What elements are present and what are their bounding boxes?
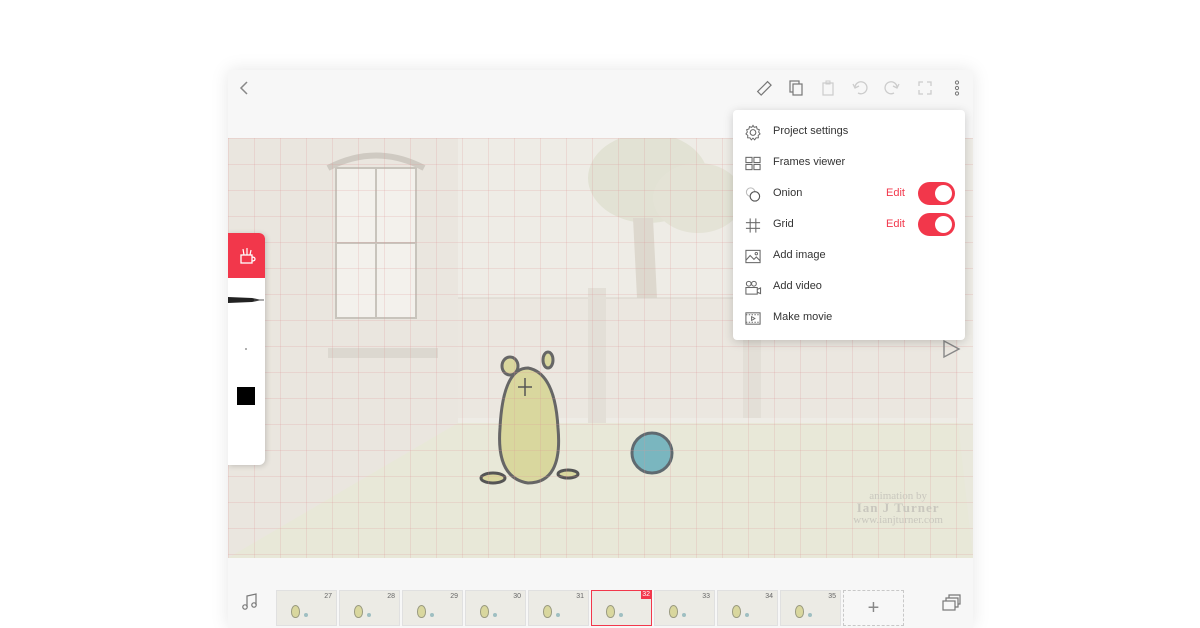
frame-thumbnail[interactable]: 29: [402, 590, 463, 626]
menu-label: Add video: [773, 280, 822, 292]
frame-timeline: 27 28 29 30 31 32 33 34 35 +: [228, 582, 973, 628]
tool-panel: [228, 233, 265, 465]
frame-number: 27: [324, 593, 332, 600]
frame-number: 33: [702, 593, 710, 600]
frame-number: 30: [513, 593, 521, 600]
grid-edit-link[interactable]: Edit: [886, 218, 905, 230]
frame-thumbnail[interactable]: 33: [654, 590, 715, 626]
frame-ball-preview: [367, 613, 371, 617]
frame-thumbnail[interactable]: 35: [780, 590, 841, 626]
credit-line-3: www.ianjturner.com: [853, 514, 943, 526]
frame-ball-preview: [745, 613, 749, 617]
menu-label: Onion: [773, 187, 803, 199]
frame-character-preview: [795, 605, 804, 618]
fullscreen-icon[interactable]: [914, 77, 936, 99]
frame-number: 35: [828, 593, 836, 600]
frame-character-preview: [291, 605, 300, 618]
frame-number: 28: [387, 593, 395, 600]
film-icon: [745, 312, 761, 325]
overflow-menu: Project settings Frames viewer Onion Edi…: [733, 110, 965, 340]
menu-label: Project settings: [773, 125, 849, 137]
frame-number: 34: [765, 593, 773, 600]
animation-credit: animation by Ian J Turner www.ianjturner…: [853, 490, 943, 526]
frame-character-preview: [606, 605, 615, 618]
menu-item-add-image[interactable]: Add image: [733, 241, 965, 272]
gear-icon: [745, 124, 761, 141]
frame-thumbnail[interactable]: 30: [465, 590, 526, 626]
ruler-icon[interactable]: [753, 77, 775, 99]
frame-ball-preview: [304, 613, 308, 617]
frame-ball-preview: [493, 613, 497, 617]
undo-icon[interactable]: [849, 77, 871, 99]
onion-icon: [745, 187, 761, 202]
frame-thumbnail[interactable]: 28: [339, 590, 400, 626]
frame-strip: 27 28 29 30 31 32 33 34 35 +: [276, 590, 904, 626]
frames-grid-icon: [745, 156, 761, 171]
menu-item-make-movie[interactable]: Make movie: [733, 303, 965, 334]
frame-thumbnail[interactable]: 32: [591, 590, 652, 626]
image-icon: [745, 249, 761, 264]
brush-tool-button[interactable]: [228, 233, 265, 278]
frame-ball-preview: [619, 613, 623, 617]
video-icon: [745, 280, 762, 295]
frame-thumbnail[interactable]: 34: [717, 590, 778, 626]
menu-item-add-video[interactable]: Add video: [733, 272, 965, 303]
menu-item-grid[interactable]: Grid Edit: [733, 210, 965, 241]
brush-cup-icon: [239, 247, 256, 264]
onion-toggle[interactable]: [918, 182, 955, 205]
menu-label: Grid: [773, 218, 794, 230]
frame-ball-preview: [808, 613, 812, 617]
grid-icon: [745, 218, 761, 233]
frame-character-preview: [480, 605, 489, 618]
frame-number: 29: [450, 593, 458, 600]
toggle-knob: [935, 185, 952, 202]
menu-label: Make movie: [773, 311, 833, 323]
frame-number: 32: [641, 591, 651, 599]
redo-icon[interactable]: [881, 77, 903, 99]
back-icon[interactable]: [234, 77, 256, 99]
frame-ball-preview: [430, 613, 434, 617]
pen-tool-icon[interactable]: [228, 293, 265, 307]
more-vert-icon[interactable]: [946, 77, 968, 99]
add-frame-button[interactable]: +: [843, 590, 904, 626]
play-icon[interactable]: [940, 338, 962, 360]
frame-character-preview: [354, 605, 363, 618]
frame-thumbnail[interactable]: 31: [528, 590, 589, 626]
frame-character-preview: [669, 605, 678, 618]
menu-item-onion[interactable]: Onion Edit: [733, 179, 965, 210]
frame-character-preview: [732, 605, 741, 618]
top-toolbar: [228, 70, 973, 106]
frame-thumbnail[interactable]: 27: [276, 590, 337, 626]
menu-item-frames-viewer[interactable]: Frames viewer: [733, 148, 965, 179]
brush-size-indicator[interactable]: [245, 348, 247, 350]
color-swatch[interactable]: [237, 387, 255, 405]
frame-ball-preview: [556, 613, 560, 617]
onion-edit-link[interactable]: Edit: [886, 187, 905, 199]
menu-item-project-settings[interactable]: Project settings: [733, 117, 965, 148]
frame-number: 31: [576, 593, 584, 600]
credit-line-2: Ian J Turner: [856, 500, 940, 515]
menu-label: Add image: [773, 249, 826, 261]
copy-icon[interactable]: [785, 77, 807, 99]
menu-label: Frames viewer: [773, 156, 846, 168]
layers-icon[interactable]: [940, 592, 962, 614]
frame-character-preview: [417, 605, 426, 618]
music-icon[interactable]: [240, 592, 260, 612]
toggle-knob: [935, 216, 952, 233]
grid-toggle[interactable]: [918, 213, 955, 236]
frame-character-preview: [543, 605, 552, 618]
paste-icon[interactable]: [817, 77, 839, 99]
frame-ball-preview: [682, 613, 686, 617]
